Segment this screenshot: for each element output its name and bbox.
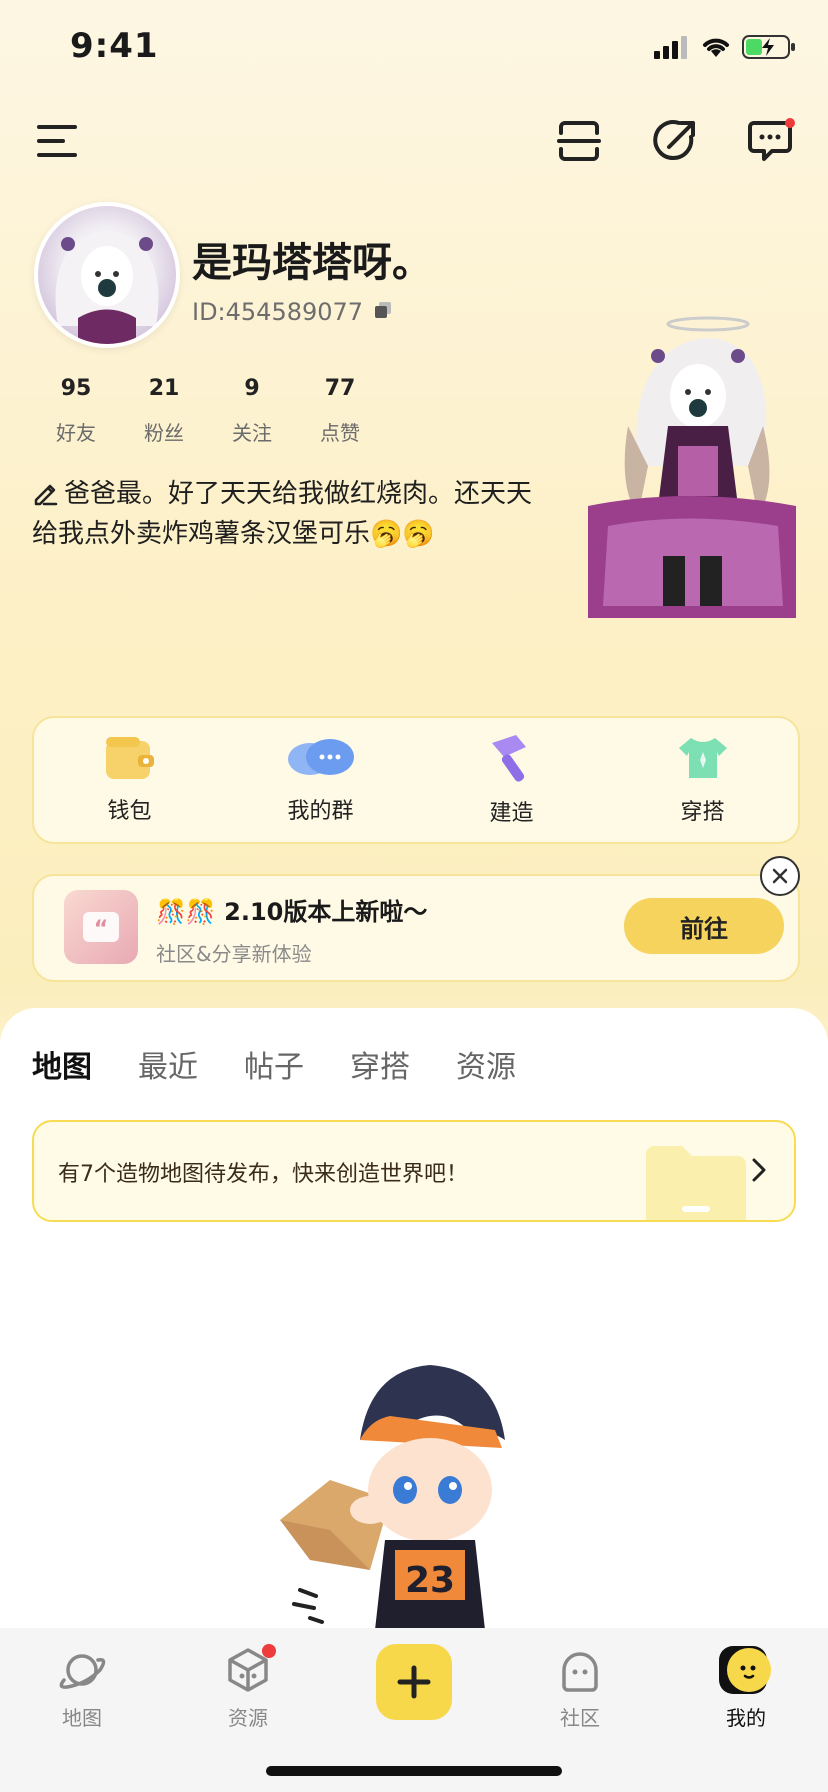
wallet-icon [105,737,154,779]
planet-icon [59,1654,106,1689]
build-hammer-icon [491,735,526,782]
copy-icon[interactable] [373,298,393,326]
close-icon[interactable] [760,856,800,896]
nav-label: 地图 [62,1706,102,1730]
share-icon[interactable] [650,116,700,166]
quick-label: 钱包 [107,799,152,824]
home-indicator [266,1766,562,1776]
quick-label: 建造 [489,801,534,826]
banner-title: 🎊🎊 2.10版本上新啦～ [156,898,428,926]
user-id-text: ID:454589077 [192,298,364,326]
stat-friends[interactable]: 95 好友 [32,376,120,446]
quick-build[interactable]: 建造 [432,733,592,827]
stat-label: 关注 [232,421,272,445]
svg-text:23: 23 [405,1560,455,1601]
update-banner[interactable]: “ 🎊🎊 2.10版本上新啦～ 社区&分享新体验 前往 [32,874,800,982]
nav-resources[interactable]: 资源 [188,1644,308,1731]
stat-value: 77 [324,376,356,401]
stat-fans[interactable]: 21 粉丝 [120,376,208,446]
stat-label: 好友 [56,421,96,445]
stat-label: 粉丝 [144,421,184,445]
create-plus-button[interactable] [376,1644,452,1720]
bio-text: 爸爸最。好了天天给我做红烧肉。还天天给我点外卖炸鸡薯条汉堡可乐🥱🥱 [32,479,533,549]
battery-icon [742,35,795,59]
quick-wallet[interactable]: 钱包 [50,735,210,825]
avatar[interactable] [34,202,180,348]
plus-icon [397,1665,431,1699]
tab-map[interactable]: 地图 [28,1042,100,1086]
chevron-right-icon [750,1156,768,1188]
stat-likes[interactable]: 77 点赞 [296,376,384,446]
outfit-icon [678,738,727,778]
nav-community[interactable]: 社区 [520,1646,640,1731]
tab-posts[interactable]: 帖子 [244,1042,304,1086]
message-icon[interactable] [746,116,796,166]
notification-dot [262,1644,276,1658]
nav-map[interactable]: 地图 [22,1646,142,1731]
menu-icon[interactable] [32,116,82,166]
draft-text: 有7个造物地图待发布，快来创造世界吧！ [58,1162,468,1187]
community-icon [562,1652,598,1692]
wifi-icon [703,38,729,57]
tab-outfits[interactable]: 穿搭 [350,1042,410,1086]
draft-maps-notice[interactable]: 有7个造物地图待发布，快来创造世界吧！ [32,1120,796,1222]
mascot-illustration: 23 [270,1360,550,1630]
quick-group[interactable]: 我的群 [241,735,401,825]
status-icons [654,34,796,60]
tab-resources[interactable]: 资源 [456,1042,516,1086]
scan-icon[interactable] [554,116,604,166]
quote-icon: “ [64,890,138,964]
status-time: 9:41 [70,26,159,66]
stat-following[interactable]: 9 关注 [208,376,296,446]
stat-value: 95 [60,376,92,401]
svg-text:“: “ [94,917,108,942]
folder-icon [646,1144,746,1220]
signal-icon [654,36,687,59]
nav-label: 资源 [228,1706,268,1730]
quick-outfit[interactable]: 穿搭 [623,734,783,826]
bio[interactable]: 爸爸最。好了天天给我做红烧肉。还天天给我点外卖炸鸡薯条汉堡可乐🥱🥱 [32,476,552,552]
stats-row: 95 好友 21 粉丝 9 关注 77 点赞 [32,376,384,446]
stat-value: 21 [148,376,180,401]
user-id: ID:454589077 [192,298,393,326]
nav-me[interactable]: 我的 [686,1646,806,1731]
stat-label: 点赞 [320,421,360,445]
nav-label: 我的 [726,1706,766,1730]
tab-recent[interactable]: 最近 [138,1042,198,1086]
stat-value: 9 [244,376,260,401]
nickname: 是玛塔塔呀。 [192,240,432,286]
edit-pencil-icon[interactable] [32,480,58,516]
quick-label: 穿搭 [680,800,725,825]
character-figure[interactable] [588,316,796,618]
quick-label: 我的群 [287,799,354,824]
group-chat-icon [287,739,354,775]
nav-label: 社区 [560,1706,600,1730]
me-avatar-icon [719,1646,771,1694]
content-tabs: 地图 最近 帖子 穿搭 资源 [28,1042,516,1086]
go-button[interactable]: 前往 [624,898,784,954]
quick-actions: 钱包 我的群 建造 穿搭 [32,716,800,844]
banner-subtitle: 社区&分享新体验 [156,942,312,966]
